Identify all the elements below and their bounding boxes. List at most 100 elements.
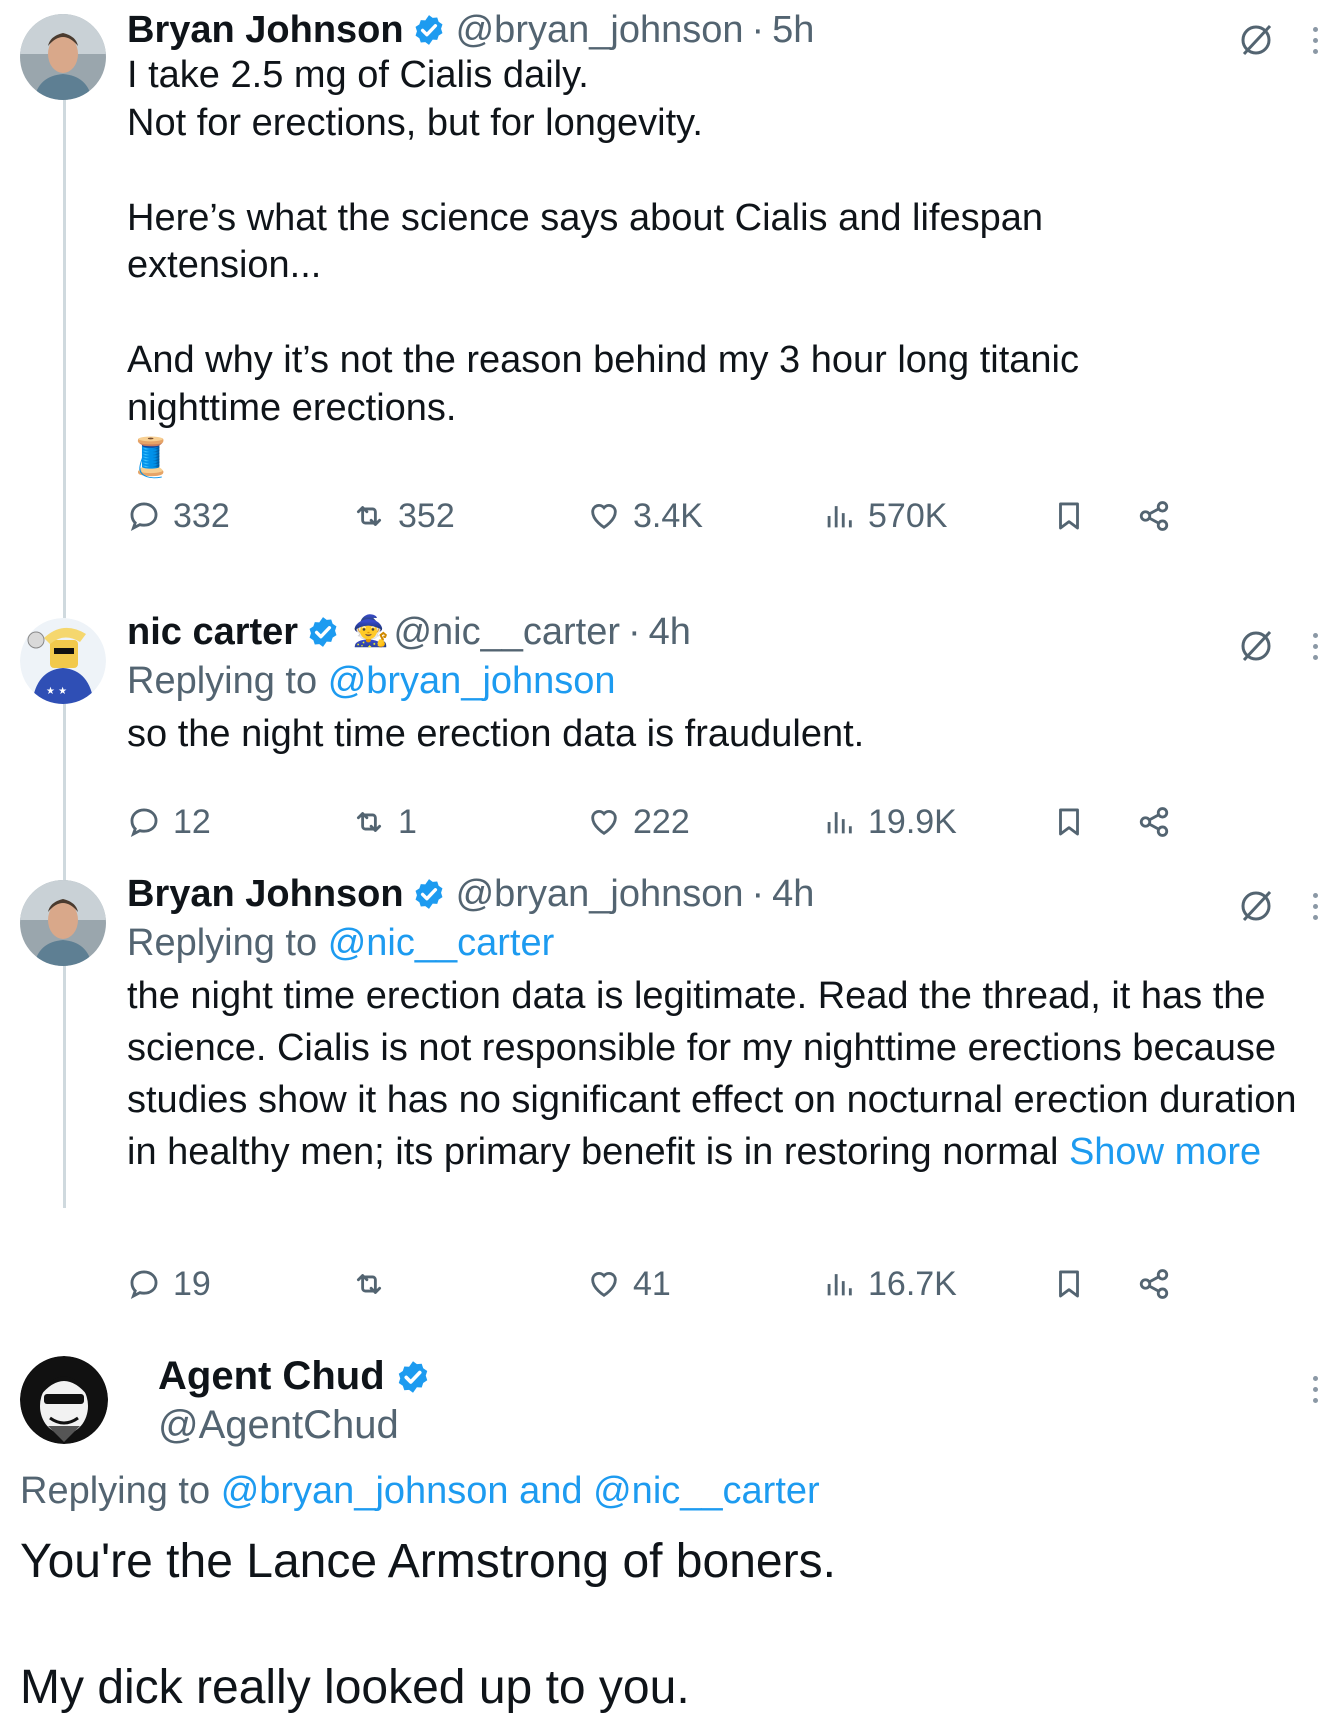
bookmark-button[interactable]: [1052, 802, 1086, 842]
avatar-nic-carter[interactable]: ★ ★: [20, 618, 106, 704]
bookmark-icon: [1059, 808, 1079, 836]
focused-name-row: Agent Chud: [158, 1354, 431, 1399]
repost-icon: [356, 506, 382, 526]
tweet-2-actions: 12 1 222 19.9K: [127, 802, 1307, 842]
more-icon[interactable]: [1310, 26, 1320, 54]
tweet-3-actions: 19 41 16.7K: [127, 1264, 1307, 1304]
author-handle[interactable]: @nic__carter: [393, 608, 620, 656]
repost-count: 1: [398, 802, 417, 841]
tweet-text: I take 2.5 mg of Cialis daily. Not for e…: [127, 54, 1079, 429]
author-name[interactable]: nic carter: [127, 608, 298, 656]
thread-emoji: 🧵: [127, 437, 175, 479]
like-button[interactable]: 222: [587, 802, 690, 842]
views-button[interactable]: 570K: [822, 496, 947, 536]
reply-icon: [130, 1270, 158, 1299]
share-button[interactable]: [1137, 1264, 1171, 1304]
repost-count: 352: [398, 496, 455, 535]
tweet-header: nic carter 🧙 @nic__carter · 4h: [127, 608, 1192, 656]
reply-icon: [130, 502, 158, 531]
share-icon: [1139, 1269, 1169, 1299]
like-button[interactable]: 3.4K: [587, 496, 703, 536]
tweet-text: the night time erection data is legitima…: [127, 970, 1322, 1178]
separator-dot: ·: [628, 611, 641, 653]
repost-icon: [356, 1274, 382, 1294]
views-button[interactable]: 19.9K: [822, 802, 957, 842]
view-count: 19.9K: [868, 802, 957, 841]
reply-button[interactable]: 332: [127, 496, 230, 536]
tweet-header: Bryan Johnson @bryan_johnson · 5h: [127, 6, 1192, 54]
bookmark-button[interactable]: [1052, 1264, 1086, 1304]
replying-to: Replying to @bryan_johnson and @nic__car…: [20, 1470, 820, 1513]
more-icon[interactable]: [1310, 1376, 1320, 1403]
repost-icon: [356, 812, 382, 832]
replying-mention[interactable]: @bryan_johnson: [328, 660, 616, 702]
share-button[interactable]: [1137, 496, 1171, 536]
author-name[interactable]: Bryan Johnson: [127, 870, 404, 918]
like-icon: [591, 504, 617, 529]
like-count: 41: [633, 1264, 671, 1303]
author-handle[interactable]: @bryan_johnson: [456, 6, 744, 54]
avatar-bryan-johnson[interactable]: [20, 880, 106, 966]
share-button[interactable]: [1137, 802, 1171, 842]
timestamp[interactable]: 5h: [772, 6, 814, 54]
reply-button[interactable]: 12: [127, 802, 211, 842]
author-name[interactable]: Bryan Johnson: [127, 6, 404, 54]
reply-count: 12: [173, 802, 211, 841]
repost-button[interactable]: 352: [352, 496, 455, 536]
mute-icon[interactable]: [1236, 626, 1276, 666]
like-button[interactable]: 41: [587, 1264, 671, 1304]
author-handle[interactable]: @AgentChud: [158, 1403, 431, 1448]
replying-label: Replying to: [20, 1470, 211, 1512]
bookmark-icon: [1059, 502, 1079, 530]
replying-to: Replying to @bryan_johnson: [127, 656, 1192, 706]
reply-button[interactable]: 19: [127, 1264, 211, 1304]
views-button[interactable]: 16.7K: [822, 1264, 957, 1304]
views-icon: [827, 506, 852, 528]
avatar-agent-chud[interactable]: [20, 1356, 108, 1444]
bookmark-button[interactable]: [1052, 496, 1086, 536]
more-icon[interactable]: [1310, 632, 1320, 660]
replying-mention-1[interactable]: @bryan_johnson: [221, 1470, 509, 1512]
replying-label: Replying to: [127, 660, 318, 702]
bookmark-icon: [1059, 1270, 1079, 1298]
share-icon: [1139, 501, 1169, 531]
like-count: 222: [633, 802, 690, 841]
replying-label: Replying to: [127, 922, 318, 964]
reply-count: 332: [173, 496, 230, 535]
replying-mention-2[interactable]: @nic__carter: [593, 1470, 820, 1512]
replying-mention[interactable]: @nic__carter: [328, 922, 555, 964]
share-icon: [1139, 807, 1169, 837]
repost-button[interactable]: [352, 1264, 398, 1304]
verified-icon: [398, 1360, 427, 1393]
view-count: 16.7K: [868, 1264, 957, 1303]
svg-text:★ ★: ★ ★: [46, 686, 67, 697]
focused-tweet[interactable]: Agent Chud @AgentChud Replying to @bryan…: [0, 1340, 1342, 1725]
author-handle[interactable]: @bryan_johnson: [456, 870, 744, 918]
avatar-bryan-johnson[interactable]: [20, 14, 106, 100]
handle-emoji: 🧙: [352, 615, 390, 648]
tweet-header: Bryan Johnson @bryan_johnson · 4h: [127, 870, 1322, 918]
mute-icon[interactable]: [1236, 20, 1276, 60]
tweet-text: so the night time erection data is fraud…: [127, 713, 865, 755]
tweet-1-actions: 332 352 3.4K 570K: [127, 496, 1307, 536]
show-more-link[interactable]: Show more: [1069, 1131, 1261, 1173]
timestamp[interactable]: 4h: [772, 870, 814, 918]
like-icon: [591, 1272, 617, 1297]
reply-count: 19: [173, 1264, 211, 1303]
like-icon: [591, 810, 617, 835]
reply-icon: [130, 808, 158, 837]
view-count: 570K: [868, 496, 948, 535]
views-icon: [827, 812, 852, 834]
author-name[interactable]: Agent Chud: [158, 1354, 385, 1399]
timestamp[interactable]: 4h: [649, 608, 691, 656]
separator-dot: ·: [751, 9, 765, 51]
like-count: 3.4K: [633, 496, 703, 535]
mute-icon[interactable]: [1236, 886, 1276, 926]
separator-dot: ·: [751, 873, 765, 915]
repost-button[interactable]: 1: [352, 802, 417, 842]
verified-icon: [415, 15, 443, 45]
replying-and: and: [519, 1470, 583, 1512]
more-icon[interactable]: [1310, 892, 1320, 920]
tweet-text: You're the Lance Armstrong of boners. My…: [20, 1535, 836, 1714]
views-icon: [827, 1274, 852, 1296]
